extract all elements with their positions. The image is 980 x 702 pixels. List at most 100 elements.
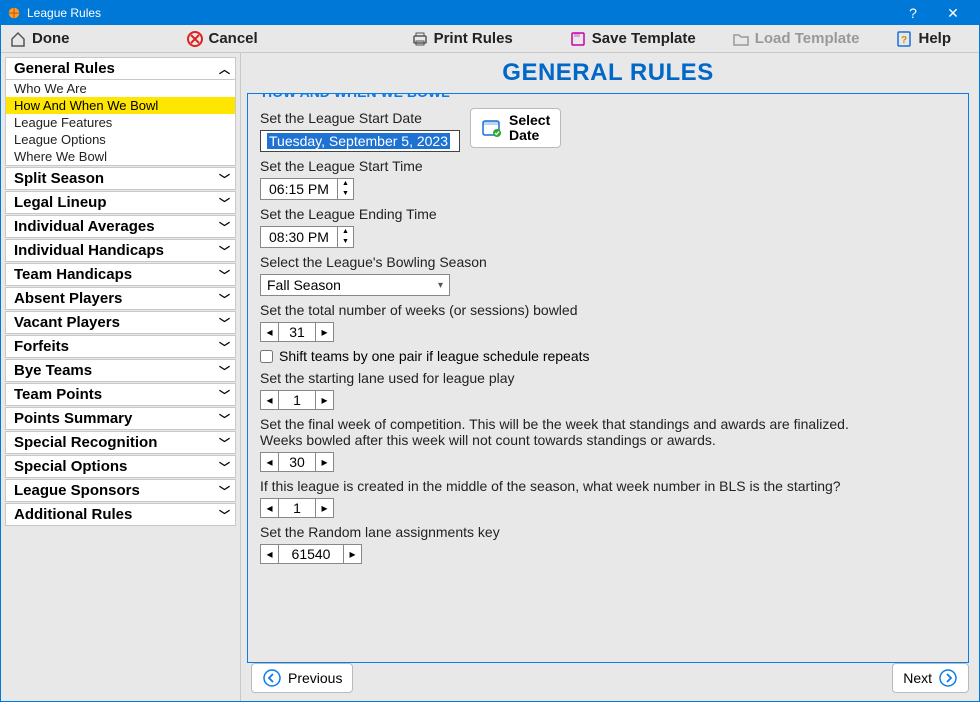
save-template-button[interactable]: Save Template [561,25,704,52]
help-toolbar-button[interactable]: ? Help [887,25,959,52]
sidebar-item-0-0[interactable]: Who We Are [5,80,236,97]
chevron-down-icon: ﹀ [219,291,227,307]
mid-season-value: 1 [279,499,315,517]
print-button[interactable]: Print Rules [403,25,521,52]
sidebar-section-1[interactable]: Split Season ﹀ [5,167,236,190]
sidebar-section-12[interactable]: Special Recognition﹀ [5,431,236,454]
mid-season-inc[interactable]: ▸ [315,499,333,517]
chevron-down-icon: ﹀ [219,243,227,259]
sidebar-section-7[interactable]: Vacant Players﹀ [5,311,236,334]
chevron-down-icon: ▾ [438,280,443,291]
sidebar-item-0-4[interactable]: Where We Bowl [5,148,236,166]
shift-teams-checkbox[interactable] [260,350,273,363]
start-lane-value: 1 [279,391,315,409]
sidebar-item-0-1[interactable]: How And When We Bowl [5,97,236,114]
weeks-stepper[interactable]: ◂ 31 ▸ [260,322,334,342]
start-lane-inc[interactable]: ▸ [315,391,333,409]
mid-season-stepper[interactable]: ◂ 1 ▸ [260,498,334,518]
sidebar-section-label: Additional Rules [14,506,132,523]
chevron-down-icon: ﹀ [219,339,227,355]
svg-text:?: ? [901,35,907,46]
sidebar-item-0-3[interactable]: League Options [5,131,236,148]
sidebar-section-label: Special Recognition [14,434,157,451]
mid-season-label: If this league is created in the middle … [260,478,956,494]
sidebar-section-label: Individual Handicaps [14,242,164,259]
previous-label: Previous [288,670,342,686]
sidebar-section-label: Bye Teams [14,362,92,379]
start-date-field[interactable]: Tuesday, September 5, 2023 [260,130,460,152]
random-key-value: 61540 [279,545,343,563]
start-time-field[interactable]: 06:15 PM ▲▼ [260,178,354,200]
sidebar-section-10[interactable]: Team Points ﹀ [5,383,236,406]
calendar-icon [481,117,503,139]
select-date-l2: Date [509,128,550,143]
help-label: Help [918,30,951,47]
sidebar-section-label: Special Options [14,458,127,475]
start-time-label: Set the League Start Time [260,158,956,174]
help-icon: ? [895,30,913,48]
sidebar-section-label: League Sponsors [14,482,140,499]
weeks-dec[interactable]: ◂ [261,323,279,341]
sidebar-section-0[interactable]: General Rules︿ [5,57,236,80]
start-time-spinner[interactable]: ▲▼ [337,179,353,199]
shift-teams-label: Shift teams by one pair if league schedu… [279,348,590,364]
start-lane-stepper[interactable]: ◂ 1 ▸ [260,390,334,410]
final-week-inc[interactable]: ▸ [315,453,333,471]
print-label: Print Rules [434,30,513,47]
sidebar-section-3[interactable]: Individual Averages﹀ [5,215,236,238]
select-date-button[interactable]: Select Date [470,108,561,148]
sidebar-section-label: Split Season [14,170,104,187]
start-time-value: 06:15 PM [261,179,337,199]
help-button[interactable]: ? [893,1,933,25]
print-icon [411,30,429,48]
final-week-dec[interactable]: ◂ [261,453,279,471]
random-key-dec[interactable]: ◂ [261,545,279,563]
sidebar-section-5[interactable]: Team Handicaps﹀ [5,263,236,286]
sidebar-section-label: Team Handicaps [14,266,132,283]
random-key-stepper[interactable]: ◂ 61540 ▸ [260,544,362,564]
chevron-down-icon: ﹀ [219,171,227,187]
chevron-down-icon: ﹀ [219,387,227,403]
season-select[interactable]: Fall Season ▾ [260,274,450,296]
sidebar-section-15[interactable]: Additional Rules ﹀ [5,503,236,526]
done-button[interactable]: Done [1,25,78,52]
weeks-label: Set the total number of weeks (or sessio… [260,302,956,318]
chevron-down-icon: ﹀ [219,315,227,331]
close-button[interactable]: ✕ [933,1,973,25]
final-week-stepper[interactable]: ◂ 30 ▸ [260,452,334,472]
folder-icon [732,30,750,48]
sidebar-section-6[interactable]: Absent Players﹀ [5,287,236,310]
sidebar-section-label: General Rules [14,60,115,77]
sidebar-section-label: Team Points [14,386,102,403]
start-lane-dec[interactable]: ◂ [261,391,279,409]
sidebar-section-9[interactable]: Bye Teams ﹀ [5,359,236,382]
end-time-field[interactable]: 08:30 PM ▲▼ [260,226,354,248]
season-value: Fall Season [267,277,341,293]
next-button[interactable]: Next [892,663,969,693]
how-and-when-group: HOW AND WHEN WE BOWL Set the League Star… [247,93,969,663]
sidebar-section-8[interactable]: Forfeits﹀ [5,335,236,358]
arrow-left-icon [262,668,282,688]
load-template-button[interactable]: Load Template [724,25,868,52]
sidebar-item-0-2[interactable]: League Features [5,114,236,131]
sidebar-section-2[interactable]: Legal Lineup﹀ [5,191,236,214]
end-time-label: Set the League Ending Time [260,206,956,222]
save-icon [569,30,587,48]
sidebar-section-14[interactable]: League Sponsors﹀ [5,479,236,502]
weeks-value: 31 [279,323,315,341]
titlebar: League Rules ? ✕ [1,1,979,25]
sidebar-section-13[interactable]: Special Options﹀ [5,455,236,478]
random-key-inc[interactable]: ▸ [343,545,361,563]
cancel-button[interactable]: Cancel [178,25,266,52]
done-label: Done [32,30,70,47]
chevron-down-icon: ﹀ [219,363,227,379]
sidebar-section-11[interactable]: Points Summary﹀ [5,407,236,430]
end-time-spinner[interactable]: ▲▼ [337,227,353,247]
sidebar-section-4[interactable]: Individual Handicaps ﹀ [5,239,236,262]
sidebar-section-label: Points Summary [14,410,132,427]
chevron-down-icon: ﹀ [219,507,227,523]
toolbar: Done Cancel Print Rules Save Template Lo… [1,25,979,53]
mid-season-dec[interactable]: ◂ [261,499,279,517]
previous-button[interactable]: Previous [251,663,353,693]
weeks-inc[interactable]: ▸ [315,323,333,341]
